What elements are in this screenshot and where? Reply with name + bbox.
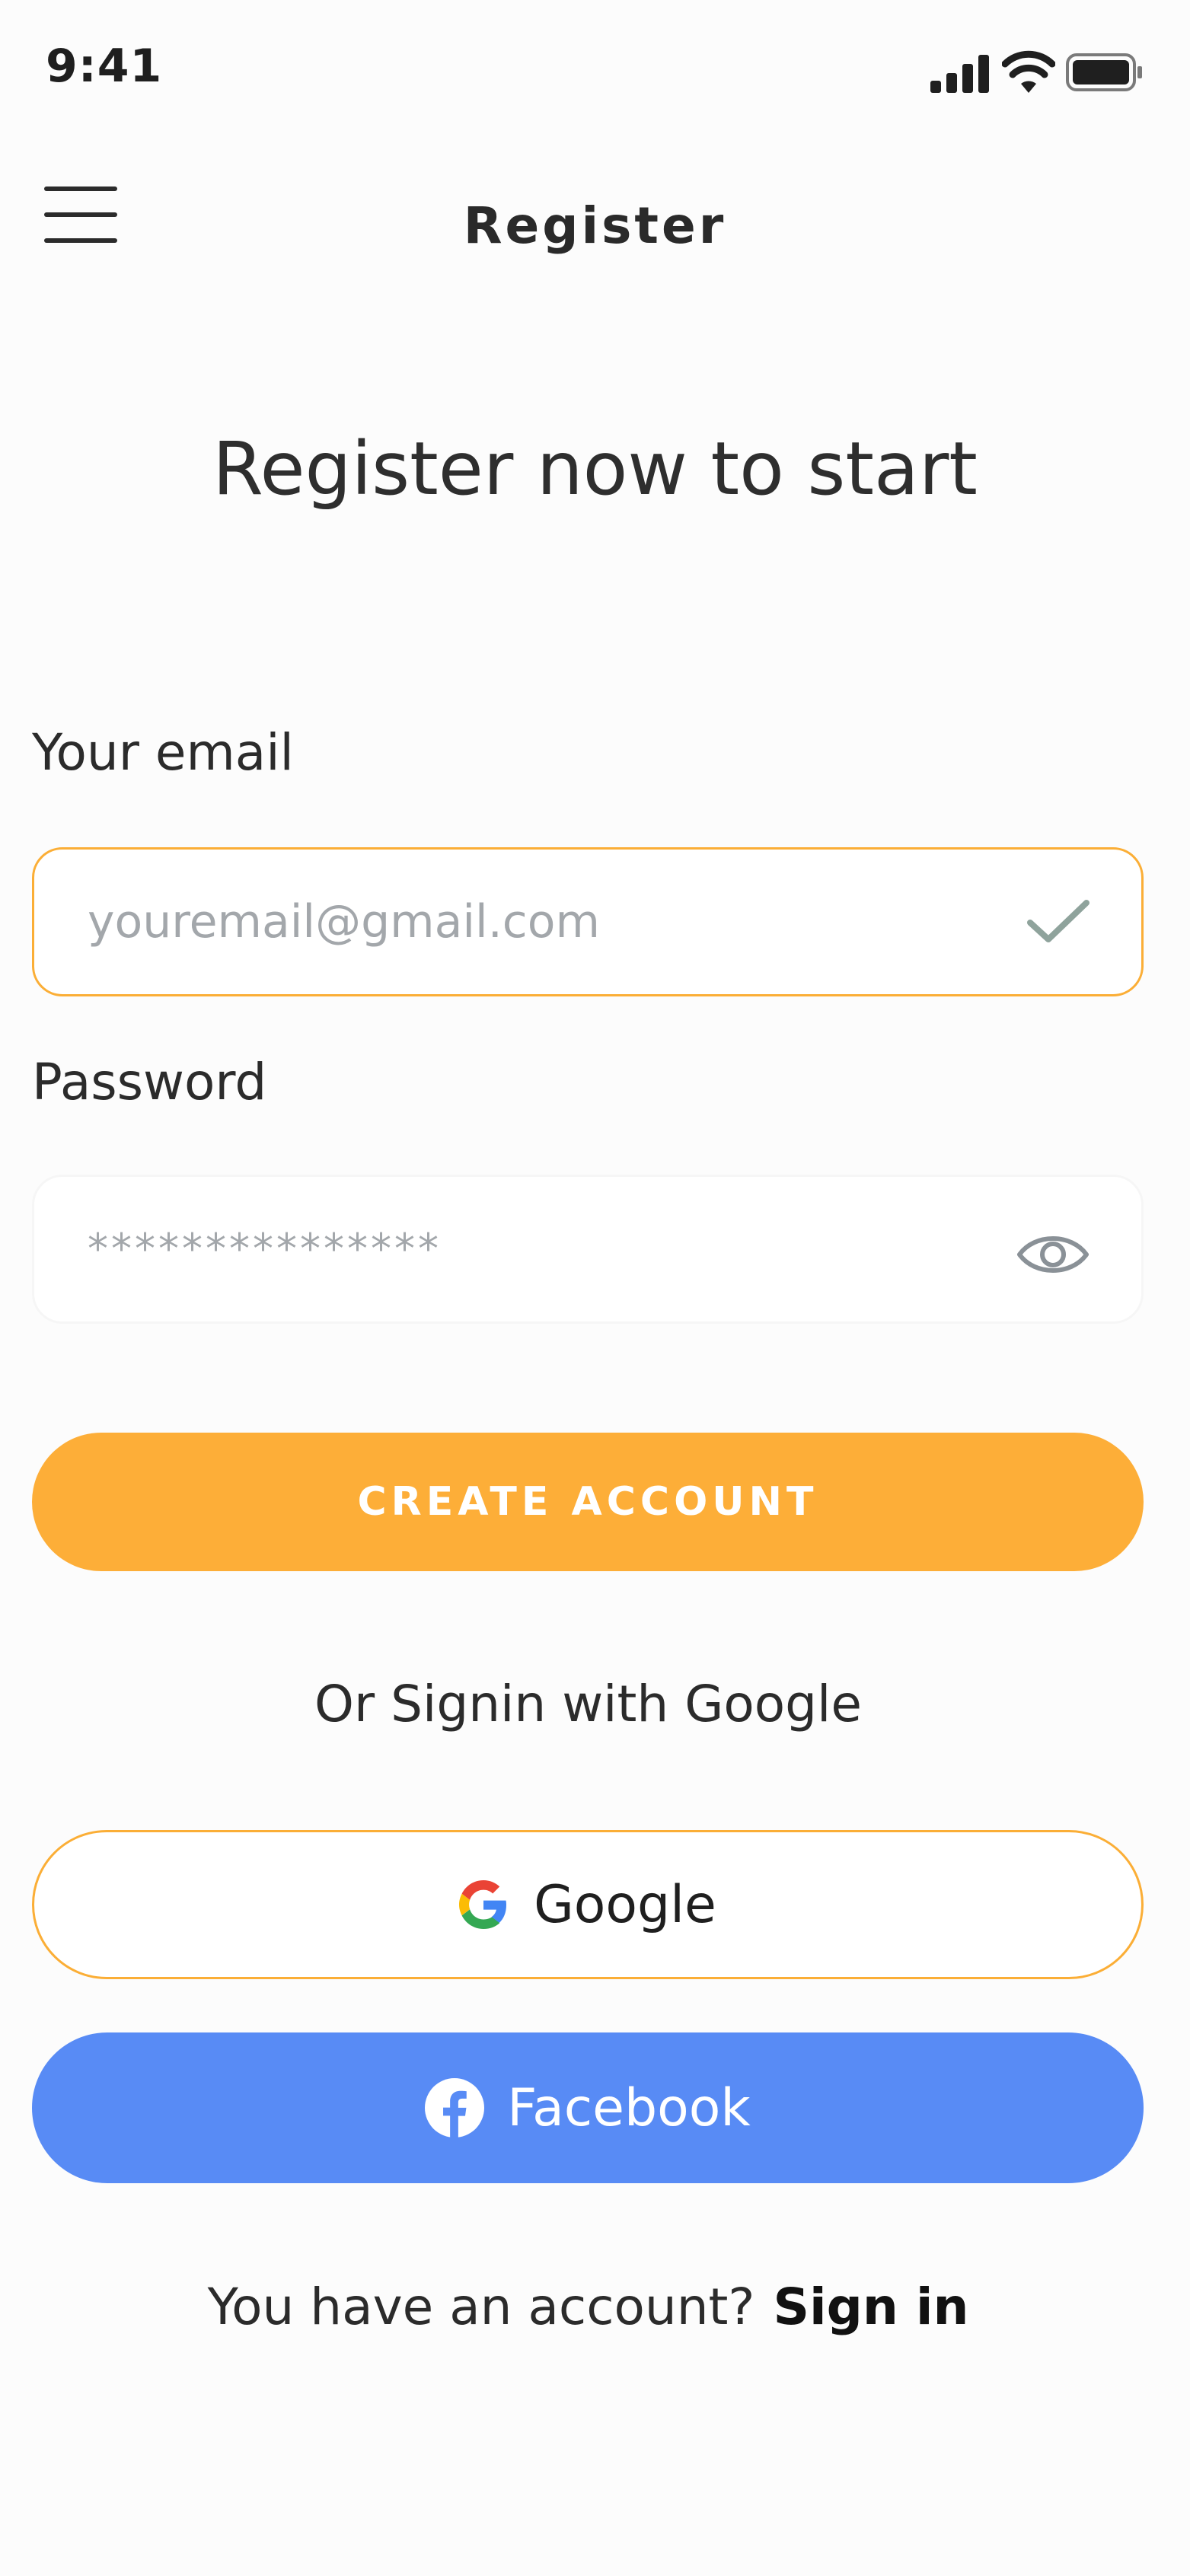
email-label: Your email	[32, 723, 294, 782]
signal-icon	[930, 55, 989, 93]
wifi-icon	[1002, 50, 1055, 93]
headline: Register now to start	[212, 426, 978, 512]
eye-icon[interactable]	[1015, 1216, 1091, 1293]
google-button-label: Google	[534, 1874, 716, 1935]
check-icon	[1027, 900, 1090, 942]
status-time: 9:41	[46, 40, 163, 93]
social-divider-text: Or Signin with Google	[314, 1675, 862, 1733]
page-title: Register	[463, 196, 727, 255]
signin-link[interactable]: Sign in	[773, 2278, 968, 2336]
google-signin-button[interactable]: Google	[32, 1830, 1144, 1979]
create-account-button[interactable]: CREATE ACCOUNT	[32, 1433, 1144, 1571]
password-field[interactable]: ***************	[32, 1175, 1144, 1324]
email-field[interactable]: youremail@gmail.com	[32, 847, 1144, 996]
password-label: Password	[32, 1053, 267, 1111]
password-value: ***************	[88, 1225, 442, 1273]
signin-prompt-line: You have an account? Sign in	[0, 2278, 1176, 2336]
email-placeholder: youremail@gmail.com	[88, 895, 600, 948]
google-icon	[459, 1880, 507, 1929]
facebook-icon	[425, 2078, 485, 2138]
facebook-button-label: Facebook	[507, 2077, 751, 2138]
facebook-signin-button[interactable]: Facebook	[32, 2032, 1144, 2183]
signin-prompt-text: You have an account?	[207, 2278, 755, 2336]
battery-icon	[1066, 53, 1142, 91]
